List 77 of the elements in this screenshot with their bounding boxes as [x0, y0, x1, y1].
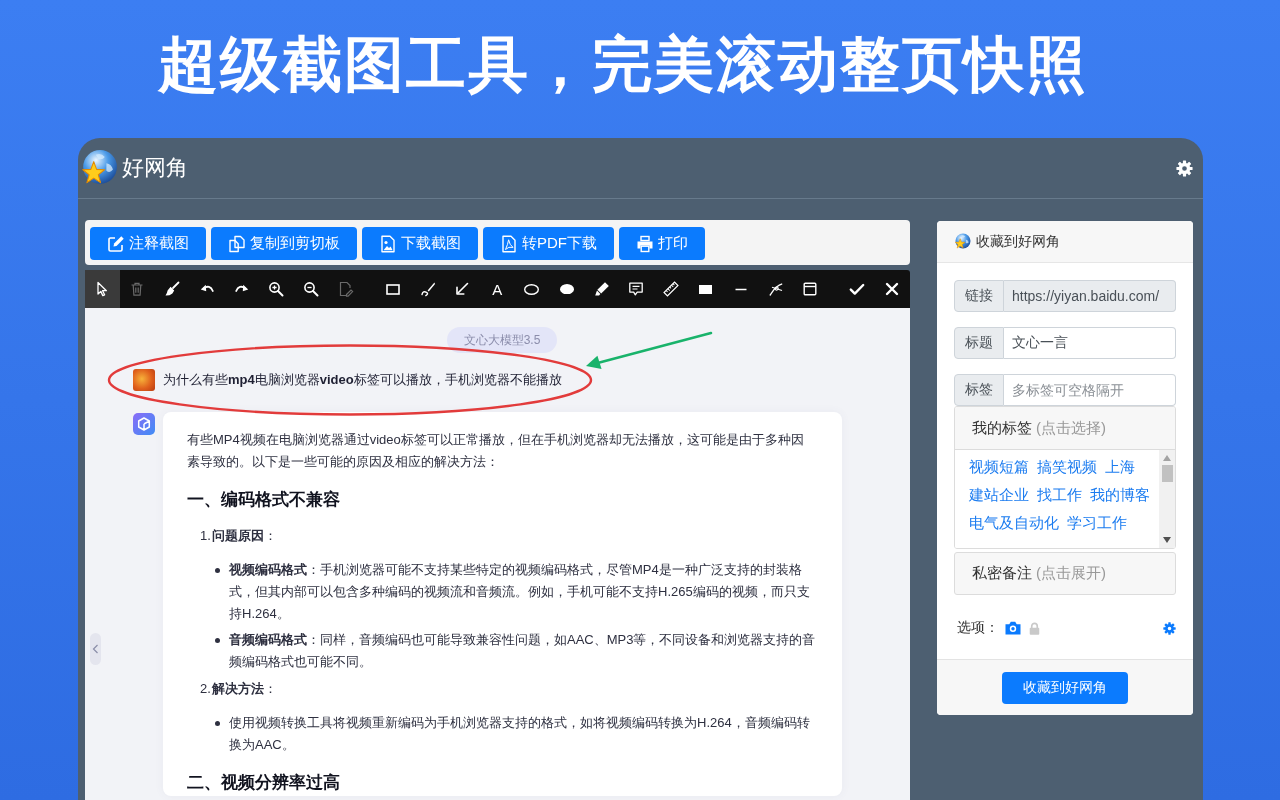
- list-item-title: 问题原因：: [211, 527, 277, 545]
- panel-title: 收藏到好网角: [976, 232, 1060, 251]
- tag-link[interactable]: 搞笑视频: [1037, 453, 1097, 481]
- chevron-left-icon: [92, 644, 99, 654]
- zoom-in-icon: [268, 281, 285, 297]
- tags-card-hint: (点击选择): [1036, 418, 1106, 438]
- printer-icon: [636, 234, 654, 253]
- options-label: 选项：: [957, 619, 999, 637]
- section-heading: 一、编码格式不兼容: [187, 489, 341, 511]
- bullet-icon: [215, 721, 220, 726]
- model-badge: 文心大模型3.5: [446, 327, 558, 353]
- tags-card-title: 我的标签: [972, 418, 1032, 438]
- list-item-title: 解决方法：: [211, 680, 277, 698]
- brush-icon: [419, 281, 436, 297]
- window-title: 好网角: [122, 154, 188, 182]
- question-text: 为什么有些mp4电脑浏览器video标签可以播放，手机浏览器不能播放: [163, 371, 562, 389]
- ellipse-icon: [524, 283, 540, 295]
- avatar-photo: [133, 369, 155, 391]
- bullet-text: 使用视频转换工具将视频重新编码为手机浏览器支持的格式，如将视频编码转换为H.264，音频编码转换为AAC。: [229, 714, 811, 754]
- answer-paragraph: 有些MP4视频在电脑浏览器通过video标签可以正常播放，但在手机浏览器却无法播放，这可能是由于多种因素导致的。以下是一些可能的原因及相应的解决方法：: [187, 431, 805, 471]
- comment-icon: [628, 281, 645, 297]
- rectangle-icon: [385, 283, 400, 295]
- field-label: 标题: [954, 327, 1004, 359]
- image-file-icon: [379, 234, 397, 253]
- cube-icon: [133, 413, 155, 435]
- copy-icon: [228, 234, 246, 253]
- arrow-icon: [454, 281, 471, 297]
- collapse-handle[interactable]: [90, 633, 101, 665]
- bullet-text: 视频编码格式：手机浏览器可能不支持某些特定的视频编码格式，尽管MP4是一种广泛支持的封装格式，但其内部可以包含多种编码的视频流和音频流。例如，手机可能不支持H.265编码的视频，而只支持H.264。: [229, 561, 811, 623]
- tag-link[interactable]: 电气及自动化: [969, 509, 1059, 537]
- tag-link[interactable]: 找工作: [1037, 481, 1082, 509]
- private-note-toggle[interactable]: 私密备注 (点击展开): [954, 552, 1176, 595]
- filled-rectangle-icon: [699, 284, 713, 294]
- bullet-icon: [215, 638, 220, 643]
- list-number: 2.: [200, 680, 211, 698]
- list-number: 1.: [200, 527, 211, 545]
- scrollbar-thumb[interactable]: [1161, 465, 1173, 482]
- field-label: 标签: [954, 374, 1004, 406]
- annotate-button[interactable]: 注释截图: [90, 227, 206, 260]
- bullet-text: 音频编码格式：同样，音频编码也可能导致兼容性问题，如AAC、MP3等，不同设备和浏览器支持的音频编码格式也可能不同。: [229, 631, 816, 671]
- tag-link[interactable]: 学习工作: [1067, 509, 1127, 537]
- document-pen-icon: [337, 281, 354, 297]
- zoom-out-icon: [303, 281, 320, 297]
- input-field[interactable]: https://yiyan.baidu.com/: [1004, 280, 1176, 312]
- scroll-down-icon[interactable]: [1162, 536, 1172, 544]
- tag-link[interactable]: 建站企业: [969, 481, 1029, 509]
- bullet-icon: [215, 568, 220, 573]
- section-heading: 二、视频分辨率过高: [187, 772, 341, 794]
- close-icon: [883, 281, 900, 297]
- trash-icon: [129, 281, 146, 297]
- select-tool-button[interactable]: [85, 270, 120, 308]
- curve-icon: [767, 281, 784, 297]
- marker-icon: [593, 281, 610, 297]
- input-field[interactable]: 多标签可空格隔开: [1004, 374, 1176, 406]
- tag-link[interactable]: 视频短篇: [969, 453, 1029, 481]
- pdf-button[interactable]: 转PDF下载: [483, 227, 614, 260]
- bookmark-submit-button[interactable]: 收藏到好网角: [1002, 671, 1128, 704]
- text-tool-button[interactable]: A: [479, 270, 515, 308]
- edit-icon: [107, 234, 125, 253]
- line-icon: [734, 287, 747, 291]
- broom-icon: [164, 281, 180, 297]
- filled-ellipse-icon: [559, 283, 574, 295]
- field-label: 链接: [954, 280, 1004, 312]
- camera-icon[interactable]: [1005, 621, 1021, 635]
- tag-link[interactable]: 我的博客: [1090, 481, 1150, 509]
- ruler-icon: [663, 281, 680, 297]
- window-icon: [802, 281, 819, 297]
- settings-icon[interactable]: [1176, 159, 1193, 177]
- download-button[interactable]: 下载截图: [362, 227, 478, 260]
- input-field[interactable]: 文心一言: [1004, 327, 1176, 359]
- tag-link[interactable]: 上海: [1105, 453, 1135, 481]
- settings-icon[interactable]: [1163, 621, 1176, 635]
- copy-button[interactable]: 复制到剪切板: [211, 227, 357, 260]
- scrollbar[interactable]: [1159, 450, 1175, 548]
- check-icon: [849, 281, 866, 297]
- pdf-file-icon: [500, 234, 518, 253]
- print-button[interactable]: 打印: [619, 227, 705, 260]
